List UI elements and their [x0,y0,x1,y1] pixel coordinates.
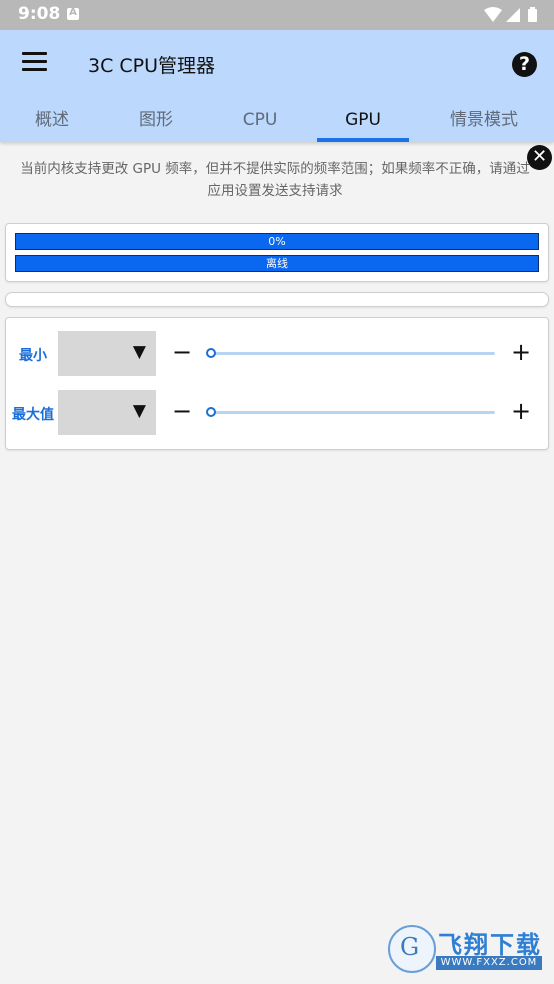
min-freq-label: 最小 [19,348,47,364]
watermark-text: 飞翔下载 [438,931,542,959]
tab-bar: 概述 图形 CPU GPU 情景模式 [0,98,554,142]
status-icons [484,7,537,22]
notification-icon: A [67,7,79,20]
tab-overview[interactable]: 概述 [0,98,104,142]
tab-profiles[interactable]: 情景模式 [414,98,554,142]
menu-icon[interactable] [22,52,47,76]
dropdown-arrow-icon: ▼ [132,401,146,421]
max-freq-increase-button[interactable]: + [508,397,534,425]
battery-icon [528,9,537,22]
watermark: G 飞翔下载 WWW.FXXZ.COM [388,925,542,973]
app-title: 3C CPU管理器 [88,55,216,77]
gpu-state-bar: 离线 [15,255,539,272]
app-bar: 3C CPU管理器 ? [0,30,554,98]
dropdown-arrow-icon: ▼ [132,342,146,362]
min-freq-slider[interactable] [211,352,495,355]
signal-icon [506,8,520,22]
max-freq-decrease-button[interactable]: − [169,397,195,425]
status-time: 9:08 [18,4,61,24]
gpu-status-card: 0% 离线 [5,223,549,282]
min-freq-slider-thumb[interactable] [206,348,216,358]
wifi-icon [484,7,502,22]
freq-card: 最小 ▼ − + 最大值 ▼ − + [5,317,549,450]
max-freq-label: 最大值 [12,407,54,423]
tab-indicator [317,138,409,142]
close-icon[interactable]: ✕ [527,145,552,170]
status-bar: 9:08 A [0,0,554,30]
help-icon[interactable]: ? [512,52,537,77]
max-freq-dropdown[interactable]: ▼ [58,390,156,435]
tab-gpu[interactable]: GPU [312,98,414,142]
tab-cpu[interactable]: CPU [208,98,312,142]
gpu-load-bar: 0% [15,233,539,250]
min-freq-increase-button[interactable]: + [508,338,534,366]
watermark-logo: G [388,925,436,973]
tab-graphics[interactable]: 图形 [104,98,208,142]
min-freq-decrease-button[interactable]: − [169,338,195,366]
gpu-notice: 当前内核支持更改 GPU 频率，但并不提供实际的频率范围；如果频率不正确，请通过… [20,161,530,199]
empty-card [5,292,549,307]
max-freq-slider[interactable] [211,411,495,414]
max-freq-slider-thumb[interactable] [206,407,216,417]
watermark-url: WWW.FXXZ.COM [436,956,542,970]
min-freq-dropdown[interactable]: ▼ [58,331,156,376]
